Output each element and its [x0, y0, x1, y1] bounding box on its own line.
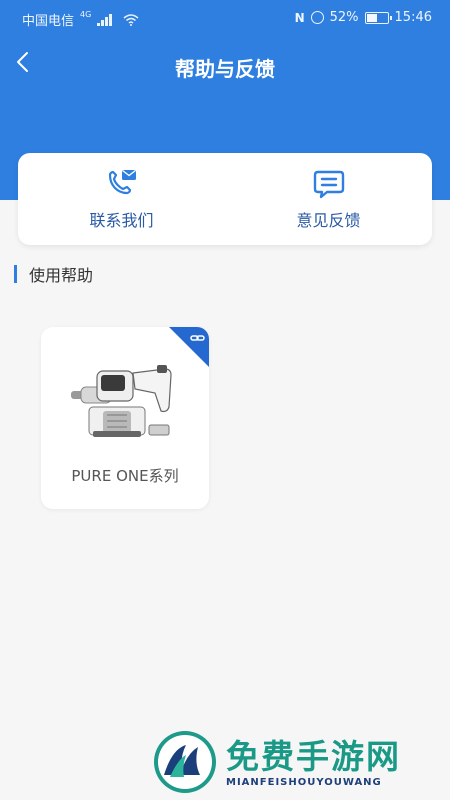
section-accent-bar — [14, 265, 17, 283]
carrier-label: 中国电信 — [22, 14, 75, 29]
product-card[interactable]: PURE ONE系列 — [41, 327, 209, 509]
link-icon — [190, 335, 205, 341]
contact-us-label: 联系我们 — [89, 211, 154, 230]
site-logo-icon — [154, 731, 216, 793]
title-bar: 帮助与反馈 — [0, 44, 450, 88]
vacuum-cleaner-image — [71, 365, 172, 437]
contact-card: 联系我们 意见反馈 — [18, 153, 432, 245]
section-title-label: 使用帮助 — [29, 266, 94, 285]
status-bar: 中国电信 4G N 52% 15:46 — [0, 0, 450, 36]
nfc-icon: N — [294, 10, 305, 25]
feedback-label: 意见反馈 — [296, 211, 361, 230]
battery-percent: 52% — [329, 10, 359, 25]
watermark-subtitle: MIANFEISHOUYOUWANG — [226, 776, 382, 788]
feedback-button[interactable]: 意见反馈 — [225, 153, 432, 245]
product-name: PURE ONE系列 — [71, 467, 179, 485]
clock-time: 15:46 — [394, 10, 432, 25]
phone-mail-icon — [108, 169, 136, 195]
network-badge: 4G — [80, 10, 92, 19]
alarm-icon — [310, 11, 324, 24]
page-title: 帮助与反馈 — [175, 57, 275, 81]
contact-us-button[interactable]: 联系我们 — [18, 153, 225, 245]
watermark: 免费手游网 MIANFEISHOUYOUWANG — [152, 728, 442, 796]
section-heading: 使用帮助 — [14, 264, 94, 285]
battery-icon — [364, 11, 392, 24]
watermark-title: 免费手游网 — [226, 736, 401, 776]
signal-icon — [97, 13, 117, 26]
wifi-icon — [123, 13, 139, 26]
chat-bubble-icon — [313, 170, 344, 199]
